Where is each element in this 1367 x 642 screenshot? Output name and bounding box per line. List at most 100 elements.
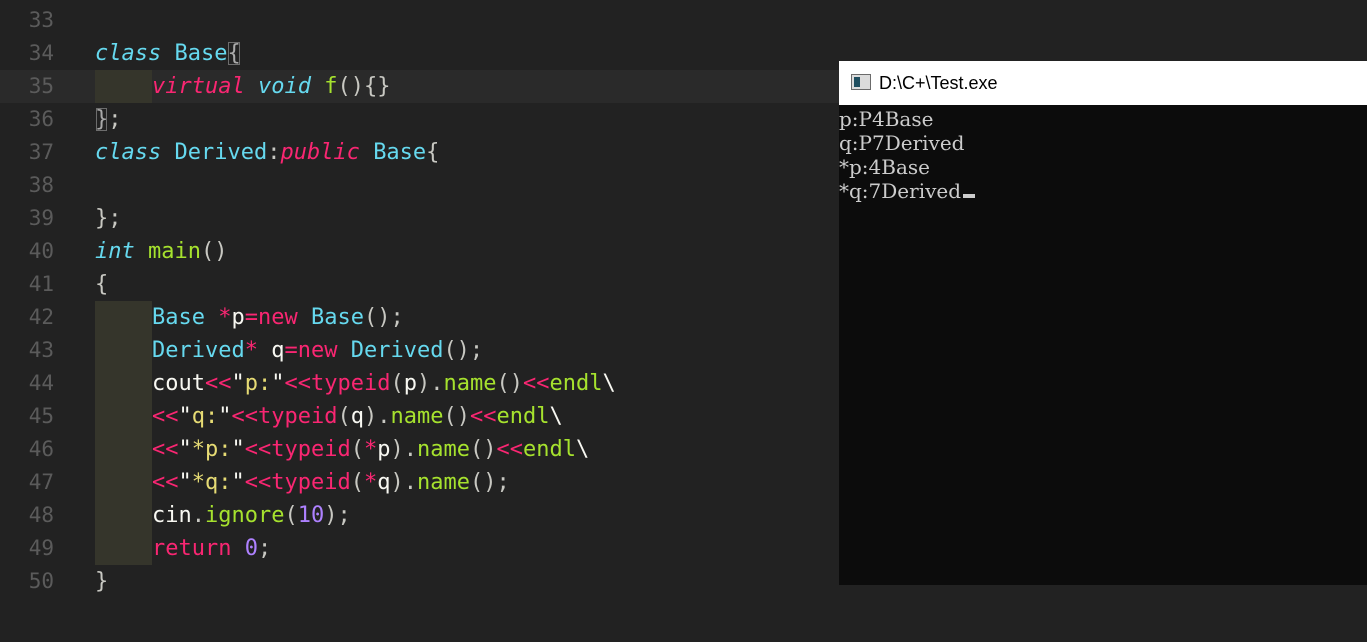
- code-token: q: [350, 404, 364, 429]
- code-token: .: [191, 503, 205, 528]
- code-text: <<"*p:"<<typeid(*p).name()<<endl\: [152, 433, 589, 466]
- console-output-line: q:P7Derived: [839, 131, 965, 155]
- code-text: <<"q:"<<typeid(q).name()<<endl\: [152, 400, 563, 433]
- code-token: return: [152, 536, 232, 561]
- code-token: int: [95, 239, 135, 264]
- console-window[interactable]: D:\C+\Test.exe p:P4Base q:P7Derived *p:4…: [839, 61, 1367, 585]
- code-text: class Base{: [95, 37, 241, 70]
- code-token: ": [178, 404, 192, 429]
- indent-guide: [95, 499, 152, 532]
- console-output-line: p:P4Base: [839, 107, 934, 131]
- code-token: {: [426, 140, 440, 165]
- code-token: 10: [297, 503, 325, 528]
- code-token: ();: [443, 338, 484, 363]
- line-number: 36: [28, 107, 54, 131]
- code-token: 0: [244, 536, 258, 561]
- code-token: Base: [310, 305, 364, 330]
- line-number: 50: [28, 569, 54, 593]
- code-token: (): [200, 239, 228, 264]
- code-text: cin.ignore(10);: [152, 499, 351, 532]
- code-text: };: [95, 103, 122, 136]
- code-token: p: [403, 371, 417, 396]
- line-number: 48: [28, 503, 54, 527]
- code-token: <<: [469, 404, 497, 429]
- code-token: (): [469, 437, 497, 462]
- code-token: \: [575, 437, 590, 462]
- console-title: D:\C+\Test.exe: [879, 73, 998, 93]
- code-token: p: [231, 305, 245, 330]
- line-number: 46: [28, 437, 54, 461]
- code-line[interactable]: 33: [0, 4, 1367, 37]
- text-cursor: [963, 194, 976, 198]
- code-token: Base: [373, 140, 427, 165]
- code-token: (: [337, 404, 351, 429]
- code-token: {}: [363, 74, 391, 99]
- code-token: typeid: [258, 404, 338, 429]
- code-token: {: [227, 41, 241, 66]
- code-token: ": [178, 437, 192, 462]
- code-token: }: [95, 107, 109, 132]
- code-token: *: [244, 338, 258, 363]
- indent-guide: [95, 433, 152, 466]
- code-token: ).: [363, 404, 391, 429]
- code-token: (): [443, 404, 470, 429]
- code-token: class: [95, 140, 162, 165]
- code-text: virtual void f(){}: [152, 70, 390, 103]
- line-number: 49: [28, 536, 54, 560]
- code-token: new: [257, 305, 298, 330]
- indent-guide: [95, 367, 152, 400]
- code-token: public: [280, 140, 360, 165]
- line-number: 45: [28, 404, 54, 428]
- line-number: 33: [28, 8, 54, 32]
- code-token: ).: [416, 371, 444, 396]
- code-text: return 0;: [152, 532, 271, 565]
- indent-guide: [95, 334, 152, 367]
- code-token: typeid: [271, 470, 351, 495]
- indent-guide: [95, 400, 152, 433]
- console-output-line: *p:4Base: [839, 155, 930, 179]
- code-token: <<: [204, 371, 232, 396]
- code-token: Derived: [152, 338, 245, 363]
- code-token: *: [363, 437, 378, 462]
- code-token: endl: [549, 371, 603, 396]
- code-token: ignore: [205, 503, 285, 528]
- code-token: (): [337, 74, 364, 99]
- code-text: <<"*q:"<<typeid(*q).name();: [152, 466, 510, 499]
- line-number: 37: [28, 140, 54, 164]
- code-token: ;: [108, 107, 122, 132]
- code-text: };: [95, 202, 122, 235]
- console-window-icon: [851, 74, 871, 90]
- line-number: 39: [28, 206, 54, 230]
- code-token: \: [602, 371, 616, 396]
- code-token: <<: [522, 371, 550, 396]
- indent-guide: [95, 301, 152, 334]
- code-token: endl: [496, 404, 550, 429]
- line-number: 35: [28, 74, 54, 98]
- code-text: {: [95, 268, 108, 301]
- code-token: ": [231, 470, 245, 495]
- code-token: ();: [469, 470, 510, 495]
- code-text: int main(): [95, 235, 227, 268]
- console-output-text: *q:7Derived: [839, 179, 962, 203]
- code-token: \: [549, 404, 563, 429]
- code-token: (: [390, 371, 404, 396]
- code-token: <<: [244, 470, 272, 495]
- code-token: name: [390, 404, 444, 429]
- code-token: Base: [152, 305, 205, 330]
- console-titlebar[interactable]: D:\C+\Test.exe: [839, 61, 1367, 105]
- code-token: cin: [152, 503, 192, 528]
- code-token: ).: [390, 470, 417, 495]
- code-token: ": [218, 404, 232, 429]
- code-text: class Derived:public Base{: [95, 136, 439, 169]
- code-token: p: [377, 437, 391, 462]
- code-token: <<: [231, 404, 259, 429]
- code-token: =: [244, 305, 258, 330]
- code-token: q: [257, 338, 285, 363]
- code-token: ;: [257, 536, 272, 561]
- line-number: 43: [28, 338, 54, 362]
